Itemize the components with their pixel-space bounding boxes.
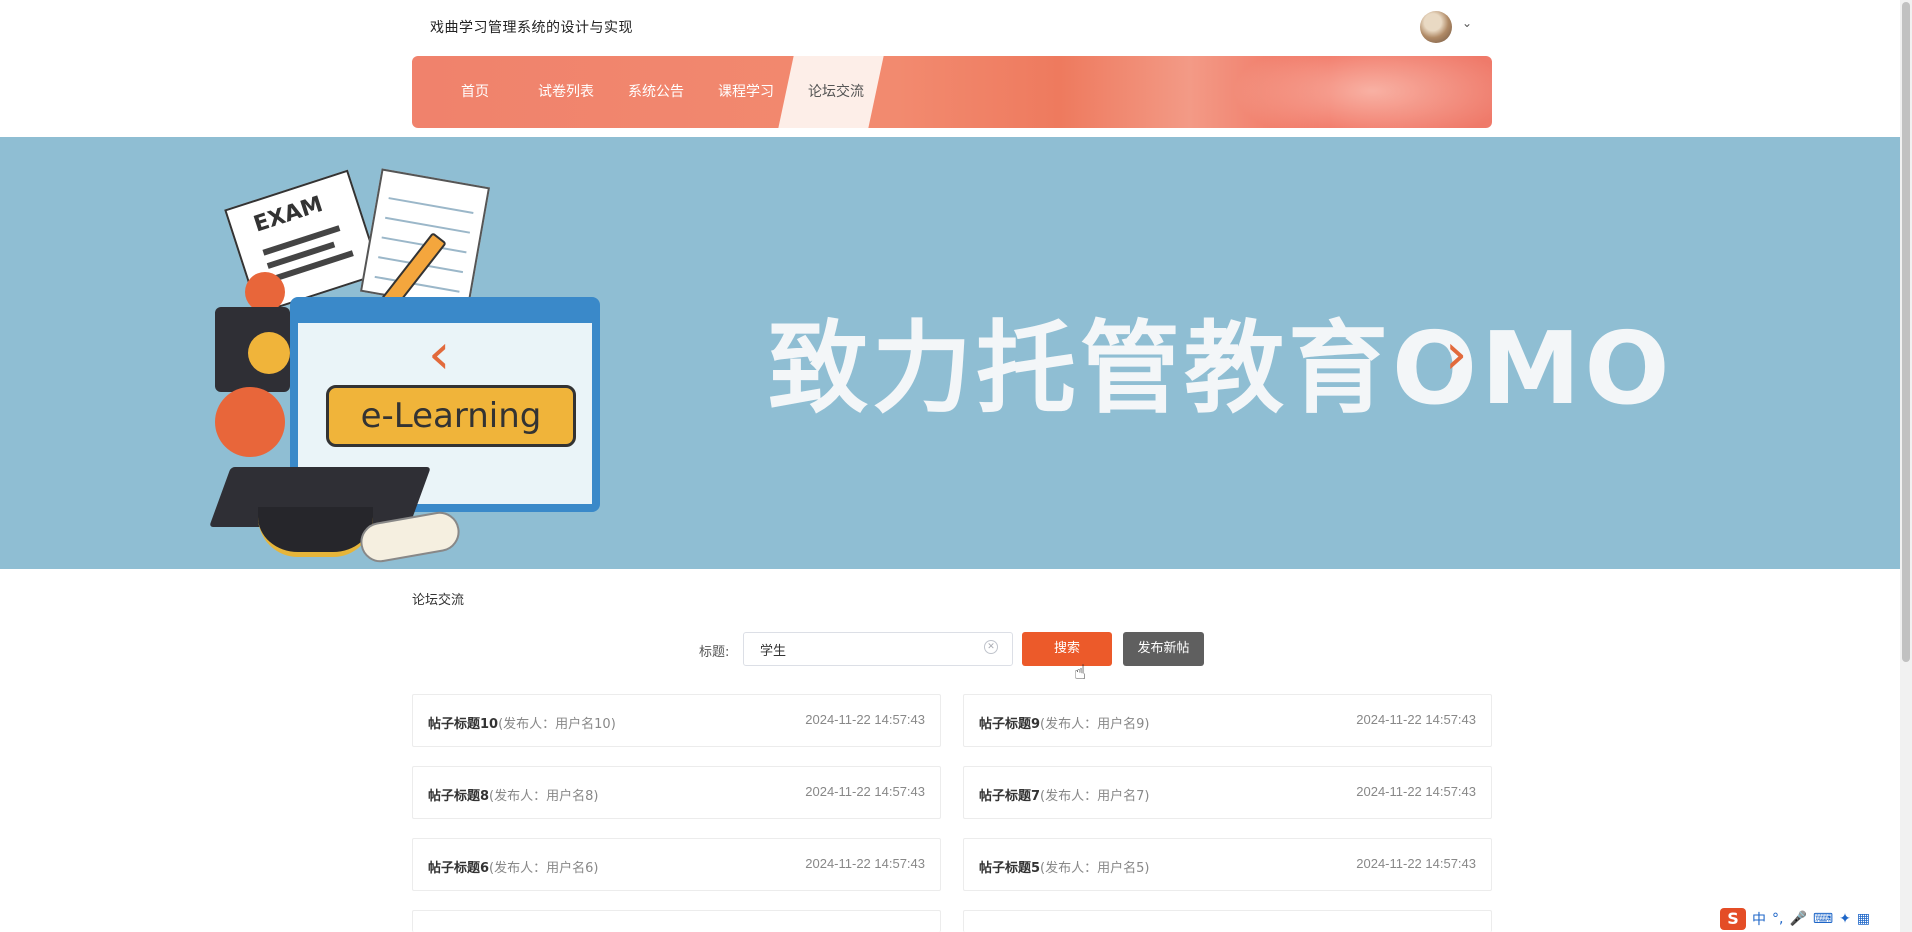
notepad-illustration [359,168,491,311]
post-title: 帖子标题8 [428,789,490,804]
nav-item-forum[interactable]: 论坛交流 [786,56,886,128]
ime-toolbar: S 中 °, 🎤 ⌨ ✦ ▦ [1716,905,1900,932]
post-title: 帖子标题7 [979,789,1041,804]
post-title: 帖子标题10 [428,717,499,732]
breadcrumb: 论坛交流 [412,593,465,608]
chevron-down-icon[interactable]: ⌄ [1462,16,1472,30]
graduation-cap-base [258,507,373,557]
elearning-label: e-Learning [326,385,576,447]
chevron-left-icon[interactable]: ‹ [428,322,450,387]
grid-icon[interactable]: ▦ [1857,911,1870,927]
vertical-scrollbar[interactable] [1900,0,1912,932]
user-avatar[interactable] [1420,11,1452,43]
post-title: 帖子标题9 [979,717,1041,732]
post-time: 2024-11-22 14:57:43 [1356,712,1476,727]
site-title: 戏曲学习管理系统的设计与实现 [430,20,633,36]
post-author: (发布人：用户名8) [489,789,599,804]
new-post-button[interactable]: 发布新帖 [1123,632,1204,666]
chevron-right-icon[interactable]: › [1445,322,1467,387]
scrollbar-thumb[interactable] [1902,2,1910,662]
exam-label: EXAM [250,191,326,238]
banner-headline: 致力托管教育OMO [768,310,1674,427]
punctuation-icon[interactable]: °, [1772,911,1783,927]
search-input[interactable] [743,632,1013,666]
top-header: 戏曲学习管理系统的设计与实现 ⌄ [0,0,1900,56]
link-icon [245,272,285,312]
post-author: (发布人：用户名9) [1040,717,1150,732]
nav-item-exam-list[interactable]: 试卷列表 [516,56,616,128]
post-time: 2024-11-22 14:57:43 [1356,856,1476,871]
skin-icon[interactable]: ✦ [1839,911,1851,927]
post-author: (发布人：用户名10) [498,717,616,732]
post-author: (发布人：用户名5) [1040,861,1150,876]
keyboard-icon[interactable]: ⌨ [1813,911,1833,927]
ime-logo-icon[interactable]: S [1720,907,1746,930]
search-title-label: 标题: [699,645,730,660]
post-author: (发布人：用户名6) [489,861,599,876]
clear-icon[interactable]: ✕ [984,640,998,654]
post-item[interactable]: 帖子标题9(发布人：用户名9) 2024-11-22 14:57:43 [963,694,1492,747]
ime-mode[interactable]: 中 [1752,909,1766,929]
banner-carousel: EXAM e-Learning 致力托管教育OMO ‹ › [0,137,1900,569]
hand-cursor-icon: ☝ [1074,660,1087,684]
post-item[interactable]: 帖子标题5(发布人：用户名5) 2024-11-22 14:57:43 [963,838,1492,891]
post-time: 2024-11-22 14:57:43 [805,712,925,727]
page: 戏曲学习管理系统的设计与实现 ⌄ 首页 试卷列表 系统公告 课程学习 论坛交流 … [0,0,1912,932]
post-time: 2024-11-22 14:57:43 [805,856,925,871]
post-item-partial[interactable] [963,910,1492,932]
post-title: 帖子标题6 [428,861,490,876]
post-title: 帖子标题5 [979,861,1041,876]
post-item[interactable]: 帖子标题7(发布人：用户名7) 2024-11-22 14:57:43 [963,766,1492,819]
post-item[interactable]: 帖子标题8(发布人：用户名8) 2024-11-22 14:57:43 [412,766,941,819]
nav-item-announcements[interactable]: 系统公告 [606,56,706,128]
nav-item-home[interactable]: 首页 [440,56,510,128]
search-button[interactable]: 搜索 [1022,632,1112,666]
nav-item-courses[interactable]: 课程学习 [696,56,796,128]
post-time: 2024-11-22 14:57:43 [1356,784,1476,799]
post-author: (发布人：用户名7) [1040,789,1150,804]
post-item[interactable]: 帖子标题6(发布人：用户名6) 2024-11-22 14:57:43 [412,838,941,891]
main-nav: 首页 试卷列表 系统公告 课程学习 论坛交流 [412,56,1492,128]
play-icon [248,332,290,374]
microphone-icon[interactable]: 🎤 [1789,911,1806,927]
post-item[interactable]: 帖子标题10(发布人：用户名10) 2024-11-22 14:57:43 [412,694,941,747]
microphone-icon [215,387,285,457]
post-item-partial[interactable] [412,910,941,932]
post-time: 2024-11-22 14:57:43 [805,784,925,799]
